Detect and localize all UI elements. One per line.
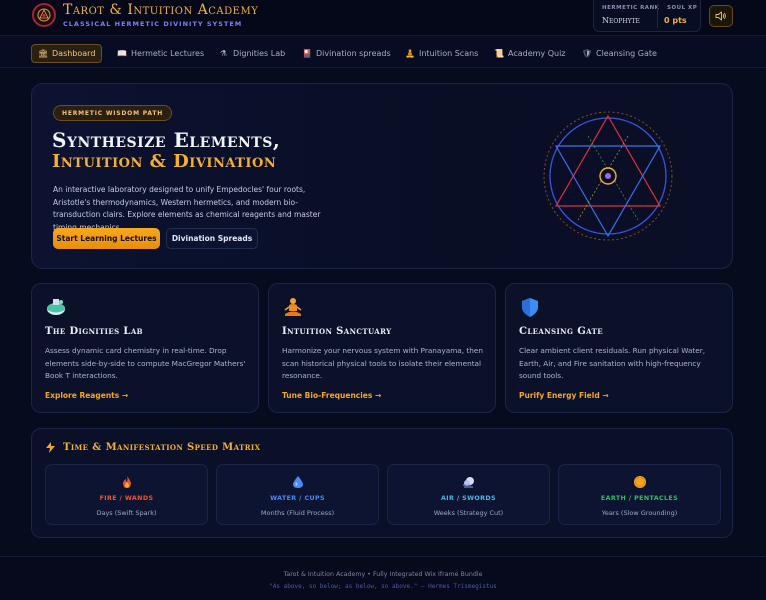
nav-item-dignities-lab[interactable]: ⚗ Dignities Lab [213, 44, 291, 63]
temple-icon: 🏛 [38, 49, 49, 58]
rank-value: Neophyte [602, 16, 640, 25]
divination-spreads-button[interactable]: Divination Spreads [166, 228, 258, 249]
nav-item-label: Dashboard [52, 49, 96, 58]
sound-toggle-button[interactable] [709, 5, 733, 27]
nav-item-label: Intuition Scans [419, 49, 479, 58]
page-footer: Tarot & Intuition Academy • Fully Integr… [0, 556, 766, 600]
hexagram-sigil-icon [543, 111, 673, 241]
rank-panel: HERMETIC RANK Neophyte SOUL XP 0 pts [593, 0, 701, 32]
nav-item-label: Cleansing Gate [596, 49, 657, 58]
feature-card-dignities-lab[interactable]: The Dignities Lab Assess dynamic card ch… [31, 283, 259, 413]
speed-name: FIRE / WANDS [99, 495, 154, 502]
book-icon: 📖 [117, 49, 127, 58]
speed-description: Days (Swift Spark) [96, 509, 157, 517]
wind-icon [462, 477, 474, 488]
app-header: Tarot & Intuition Academy CLASSICAL HERM… [0, 0, 766, 36]
feature-card-cleansing-gate[interactable]: Cleansing Gate Clear ambient client resi… [505, 283, 733, 413]
matrix-title: Time & Manifestation Speed Matrix [46, 442, 260, 453]
speed-description: Years (Slow Grounding) [601, 509, 678, 517]
meditation-icon [284, 298, 302, 316]
nav-item-divination-spreads[interactable]: 🎴 Divination spreads [296, 44, 397, 63]
speed-name: AIR / SWORDS [441, 495, 496, 502]
feature-card-intuition-sanctuary[interactable]: Intuition Sanctuary Harmonize your nervo… [268, 283, 496, 413]
flask-icon: ⚗ [219, 49, 228, 58]
nav-item-label: Divination spreads [316, 49, 391, 58]
coin-icon [633, 476, 646, 488]
explore-reagents-link[interactable]: Explore Reagents → [45, 391, 128, 400]
speed-matrix-panel: Time & Manifestation Speed Matrix FIRE /… [31, 428, 733, 538]
matrix-title-text: Time & Manifestation Speed Matrix [63, 442, 261, 453]
speed-description: Months (Fluid Process) [260, 509, 335, 517]
card-title: Cleansing Gate [519, 326, 603, 337]
start-learning-button[interactable]: Start Learning Lectures [53, 228, 160, 249]
app-title: Tarot & Intuition Academy [63, 2, 259, 18]
lightning-icon [46, 442, 55, 453]
nav-item-hermetic-lectures[interactable]: 📖 Hermetic Lectures [111, 44, 210, 63]
nav-item-intuition-scans[interactable]: 🧘 Intuition Scans [399, 44, 484, 63]
card-description: Harmonize your nervous system with Prana… [282, 346, 484, 380]
shield-icon [522, 298, 538, 317]
nav-item-label: Hermetic Lectures [131, 49, 205, 58]
rank-divider [657, 4, 658, 28]
nav-item-label: Academy Quiz [508, 49, 566, 58]
sigil-logo-icon[interactable] [32, 3, 56, 27]
app-subtitle: CLASSICAL HERMETIC DIVINITY SYSTEM [63, 20, 243, 28]
hero-title-line2: Intuition & Divination [52, 151, 277, 172]
speed-name: EARTH / PENTACLES [600, 495, 679, 502]
xp-label: SOUL XP [667, 5, 698, 11]
card-icon: 🎴 [302, 49, 312, 58]
speed-card-fire[interactable]: FIRE / WANDS Days (Swift Spark) [45, 464, 208, 525]
purify-energy-field-link[interactable]: Purify Energy Field → [519, 391, 609, 400]
water-drop-icon [292, 476, 303, 488]
xp-value: 0 pts [664, 16, 687, 25]
fire-icon [122, 476, 131, 488]
footer-credit: Tarot & Intuition Academy • Fully Integr… [283, 571, 483, 578]
scroll-icon: 📜 [494, 49, 504, 58]
card-title: The Dignities Lab [45, 326, 144, 337]
card-title: Intuition Sanctuary [282, 326, 392, 337]
main-nav: 🏛 Dashboard 📖 Hermetic Lectures ⚗ Dignit… [0, 36, 766, 68]
shield-icon: 🛡 [582, 49, 593, 58]
hero-badge: HERMETIC WISDOM PATH [53, 105, 173, 121]
speed-name: WATER / CUPS [270, 495, 325, 502]
hero-panel: HERMETIC WISDOM PATH Synthesize Elements… [31, 83, 733, 269]
card-description: Clear ambient client residuals. Run phys… [519, 346, 706, 380]
tune-bio-frequencies-link[interactable]: Tune Bio-Frequencies → [282, 391, 381, 400]
meditation-icon: 🧘 [405, 49, 415, 58]
speed-description: Weeks (Strategy Cut) [433, 509, 504, 517]
speed-card-water[interactable]: WATER / CUPS Months (Fluid Process) [216, 464, 379, 525]
hero-description: An interactive laboratory designed to un… [53, 185, 321, 232]
speed-card-earth[interactable]: EARTH / PENTACLES Years (Slow Grounding) [558, 464, 721, 525]
speed-card-air[interactable]: AIR / SWORDS Weeks (Strategy Cut) [387, 464, 550, 525]
nav-item-label: Dignities Lab [233, 49, 286, 58]
hero-title-line1: Synthesize Elements, [52, 128, 281, 152]
nav-item-cleansing-gate[interactable]: 🛡 Cleansing Gate [576, 44, 663, 63]
speaker-icon [715, 11, 726, 21]
nav-item-dashboard[interactable]: 🏛 Dashboard [31, 44, 103, 63]
footer-quote: "As above, so below; as below, so above.… [269, 583, 497, 590]
card-description: Assess dynamic card chemistry in real-ti… [45, 346, 246, 380]
nav-item-academy-quiz[interactable]: 📜 Academy Quiz [488, 44, 572, 63]
rank-label: HERMETIC RANK [602, 5, 660, 11]
flask-icon [47, 299, 65, 315]
